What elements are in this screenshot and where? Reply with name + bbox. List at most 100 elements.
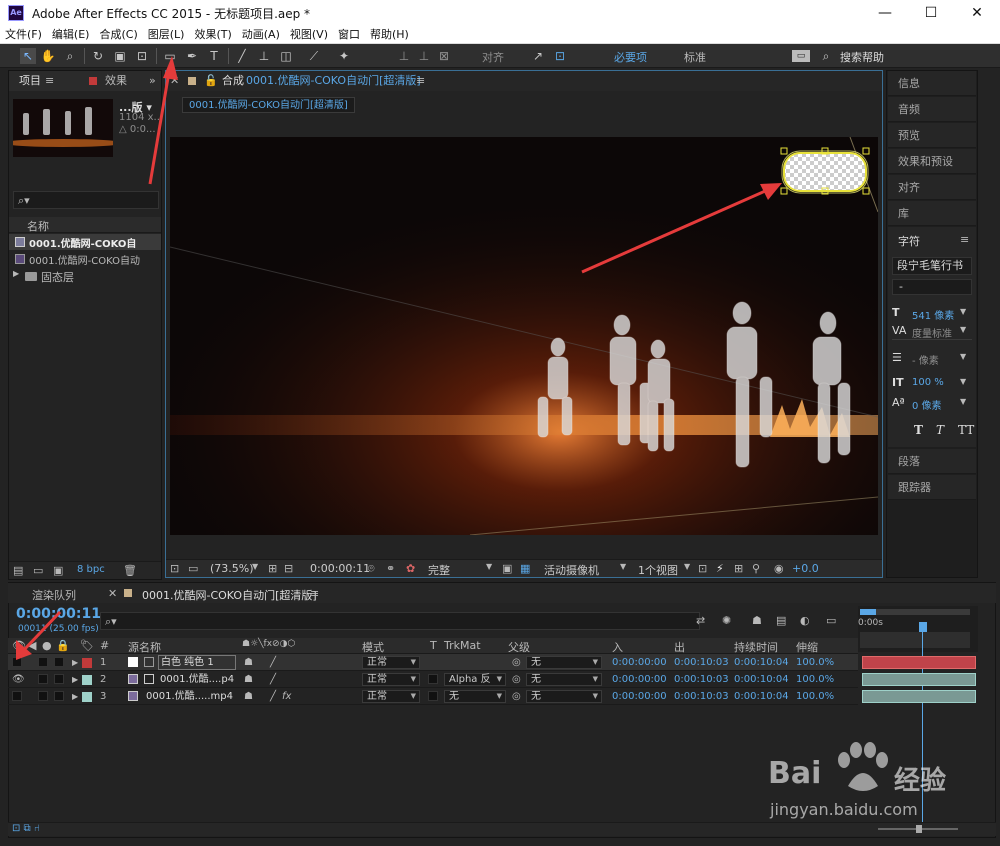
layer-name[interactable]: 白色 纯色 1 xyxy=(158,655,236,670)
resolution-icon[interactable]: ⊟ xyxy=(284,562,293,575)
quality-dropdown[interactable]: 完整 xyxy=(428,562,450,578)
faux-italic-button[interactable]: T xyxy=(936,423,944,437)
graph-editor-icon[interactable]: ▭ xyxy=(826,614,836,627)
show-snapshot-icon[interactable]: ⚭ xyxy=(386,562,395,575)
in-point[interactable]: 0:00:00:00 xyxy=(612,671,667,688)
panel-overflow-icon[interactable]: » xyxy=(149,71,156,91)
zoom-chevron-icon[interactable]: ▼ xyxy=(252,562,258,571)
views-dropdown[interactable]: 1个视图 xyxy=(638,562,678,578)
mode-header[interactable]: 模式 xyxy=(362,639,384,655)
parent-dropdown[interactable]: 无 xyxy=(526,656,602,669)
video-toggle[interactable] xyxy=(12,657,22,667)
shy-switch-icon[interactable]: ☗ xyxy=(244,654,253,671)
baseline-shift-value[interactable]: 0 像素 xyxy=(912,397,942,412)
vr-icon[interactable]: ▭ xyxy=(792,50,810,62)
layer-number-header[interactable]: # xyxy=(100,639,109,652)
font-style-field[interactable]: - xyxy=(892,279,972,295)
duration[interactable]: 0:00:10:04 xyxy=(734,671,789,688)
zoom-dropdown[interactable]: (73.5%) xyxy=(210,562,254,575)
comp-breadcrumb[interactable]: 0001.优酷网-COKO自动门[超清版] xyxy=(182,97,355,113)
frame-blending-icon[interactable]: ▤ xyxy=(776,614,786,627)
composition-viewer[interactable] xyxy=(170,137,878,535)
project-search-input[interactable]: ⌕▾ xyxy=(13,191,159,209)
exposure-icon[interactable]: ◉ xyxy=(774,562,784,575)
lock-icon[interactable]: 🔓 xyxy=(204,71,218,91)
expand-arrow-icon[interactable]: ▶ xyxy=(72,654,78,671)
camera-chevron-icon[interactable]: ▼ xyxy=(620,562,626,571)
project-item-folder[interactable]: ▶ 固态层 xyxy=(9,268,161,284)
lock-toggle[interactable] xyxy=(54,674,64,684)
snap-box-icon[interactable]: ⊡ xyxy=(552,48,568,64)
leading-value[interactable]: - 像素 xyxy=(912,352,939,367)
stretch-header[interactable]: 伸缩 xyxy=(796,639,818,655)
shy-switch-icon[interactable]: ☗ xyxy=(244,671,253,688)
character-tab[interactable]: 字符 xyxy=(898,233,920,249)
axis-view-icon[interactable]: ⊠ xyxy=(436,48,452,64)
minimize-button[interactable]: — xyxy=(862,0,908,26)
axis-world-icon[interactable]: ⊥ xyxy=(416,48,432,64)
paragraph-panel[interactable]: 段落 xyxy=(888,449,976,474)
zoom-slider-thumb[interactable] xyxy=(916,825,922,833)
workspace-essentials[interactable]: 必要项 xyxy=(614,49,647,65)
out-point[interactable]: 0:00:10:03 xyxy=(674,688,729,705)
preview-panel[interactable]: 预览 xyxy=(888,123,976,148)
project-item-comp[interactable]: 0001.优酷网-COKO自 xyxy=(9,234,161,250)
menu-composition[interactable]: 合成(C) xyxy=(94,26,142,44)
expand-arrow-icon[interactable]: ▶ xyxy=(13,269,19,278)
layer-label-color[interactable] xyxy=(82,675,92,685)
solo-switch-icon[interactable]: ● xyxy=(42,639,52,652)
expand-arrow-icon[interactable]: ▶ xyxy=(72,671,78,688)
layer-label-color[interactable] xyxy=(82,658,92,668)
interpret-footage-icon[interactable]: ▤ xyxy=(13,564,23,577)
camera-tool-icon[interactable]: ▣ xyxy=(112,48,128,64)
parent-dropdown[interactable]: 无 xyxy=(526,690,602,703)
menu-layer[interactable]: 图层(L) xyxy=(143,26,190,44)
out-point[interactable]: 0:00:10:03 xyxy=(674,654,729,671)
type-tool-icon[interactable]: T xyxy=(206,48,222,64)
layer-label-color[interactable] xyxy=(82,692,92,702)
info-panel[interactable]: 信息 xyxy=(888,71,976,96)
draft-3d-icon[interactable]: ✺ xyxy=(722,614,731,627)
panel-menu-icon[interactable]: ≡ xyxy=(45,71,54,91)
close-button[interactable]: ✕ xyxy=(954,0,1000,26)
new-comp-icon[interactable]: ▣ xyxy=(53,564,63,577)
pen-tool-icon[interactable]: ✒ xyxy=(184,48,200,64)
menu-help[interactable]: 帮助(H) xyxy=(365,26,414,44)
maximize-button[interactable]: ☐ xyxy=(908,0,954,26)
preserve-transparency-toggle[interactable] xyxy=(428,674,438,684)
close-timeline-tab-icon[interactable]: ✕ xyxy=(108,587,117,600)
stretch[interactable]: 100.0% xyxy=(796,654,834,671)
in-point[interactable]: 0:00:00:00 xyxy=(612,654,667,671)
tracker-panel[interactable]: 跟踪器 xyxy=(888,475,976,500)
menu-animation[interactable]: 动画(A) xyxy=(237,26,285,44)
lock-switch-icon[interactable]: 🔒 xyxy=(56,639,70,652)
tracking-value[interactable]: 度量标准 xyxy=(912,325,952,340)
trkmat-dropdown[interactable]: 无 xyxy=(444,690,506,703)
font-size-chevron-icon[interactable]: ▼ xyxy=(960,307,966,316)
layer-bar-2[interactable] xyxy=(862,673,976,686)
layer-name[interactable]: 0001.优酷....p4 xyxy=(160,671,234,688)
out-point[interactable]: 0:00:10:03 xyxy=(674,671,729,688)
eraser-tool-icon[interactable]: ◫ xyxy=(278,48,294,64)
rectangle-tool-icon[interactable]: ▭ xyxy=(162,48,178,64)
layer-row-1[interactable]: ▶ 1 白色 纯色 1 ☗ ╱ 正常 ◎ 无 0:00:00:00 0:00:1… xyxy=(8,654,858,671)
video-switch-icon[interactable]: 👁 xyxy=(12,639,26,652)
roi-icon[interactable]: ▣ xyxy=(502,562,512,575)
trkmat-header[interactable]: TrkMat xyxy=(444,639,481,652)
font-family-field[interactable]: 段宁毛笔行书 xyxy=(892,257,972,275)
comp-tab-prefix[interactable]: 合成 xyxy=(222,71,244,91)
mode-dropdown[interactable]: 正常 xyxy=(362,673,420,686)
quality-switch-icon[interactable]: ╱ xyxy=(270,688,276,705)
rotation-tool-icon[interactable]: ↻ xyxy=(90,48,106,64)
project-item-footage[interactable]: 0001.优酷网-COKO自动 xyxy=(9,251,161,267)
layer-name[interactable]: 0001.优酷.....mp4 xyxy=(146,688,233,705)
comp-menu-icon[interactable]: ≡ xyxy=(416,71,425,91)
faux-bold-button[interactable]: T xyxy=(914,423,923,437)
work-area-bar[interactable] xyxy=(860,609,970,615)
effects-switch-icon[interactable]: fx xyxy=(282,688,291,705)
exposure-value[interactable]: +0.0 xyxy=(792,562,819,575)
quality-switch-icon[interactable]: ╱ xyxy=(270,654,276,671)
frame-icon[interactable]: ⊞ xyxy=(268,562,277,575)
transparency-grid-icon[interactable]: ▦ xyxy=(520,562,530,575)
color-channel-icon[interactable]: ✿ xyxy=(406,562,415,575)
